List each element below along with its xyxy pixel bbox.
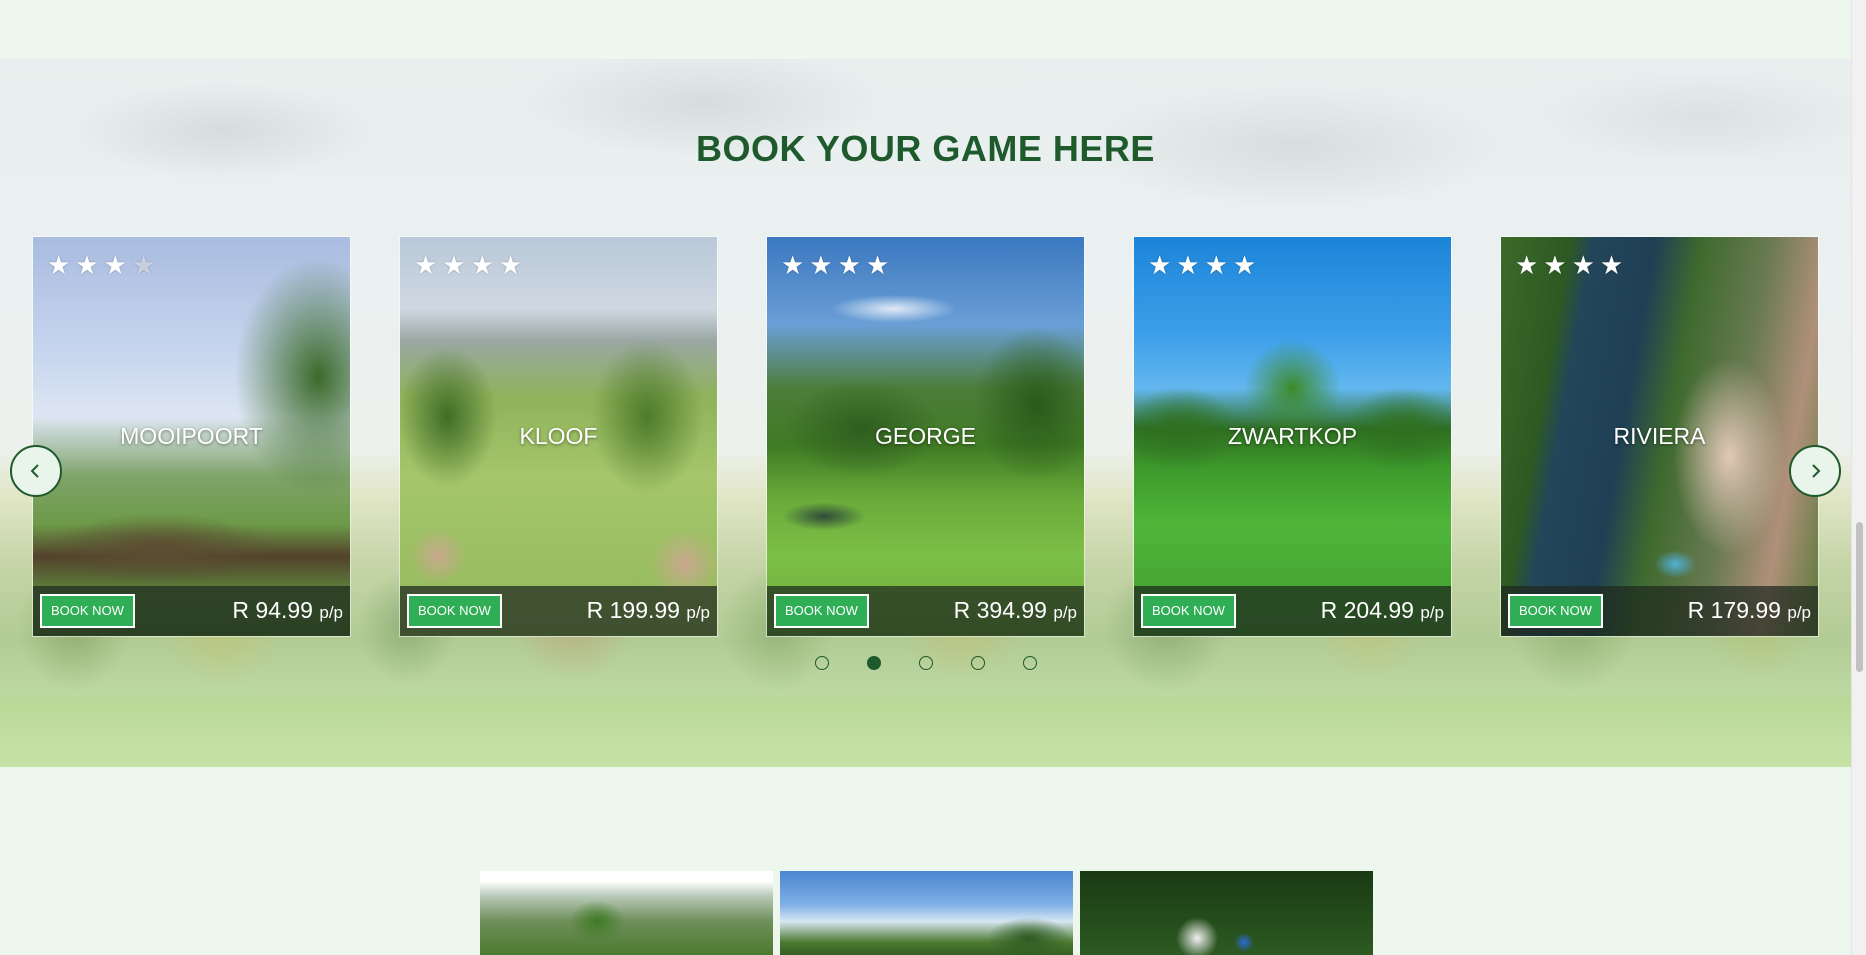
book-now-button[interactable]: BOOK NOW: [407, 594, 502, 628]
book-now-button[interactable]: BOOK NOW: [1141, 594, 1236, 628]
rating-stars: ★★★★: [47, 251, 161, 281]
section-title: BOOK YOUR GAME HERE: [696, 128, 1155, 169]
background-fairway: [0, 697, 1851, 767]
course-price: R 394.99 p/p: [953, 597, 1077, 623]
card-footer: BOOK NOW R 204.99 p/p: [1134, 586, 1451, 636]
card-footer: BOOK NOW R 394.99 p/p: [767, 586, 1084, 636]
carousel-next-button[interactable]: [1789, 445, 1841, 497]
course-price: R 179.99 p/p: [1687, 597, 1811, 623]
card-footer: BOOK NOW R 94.99 p/p: [33, 586, 350, 636]
card-footer: BOOK NOW R 199.99 p/p: [400, 586, 717, 636]
carousel-pagination: [0, 656, 1851, 670]
course-name: GEORGE: [875, 423, 976, 449]
rating-stars: ★★★★: [1148, 251, 1262, 281]
scrollbar-thumb[interactable]: [1856, 522, 1863, 672]
course-name: RIVIERA: [1613, 423, 1706, 449]
course-card-mooipoort: ★★★★ MOOIPOORT BOOK NOW R 94.99 p/p: [32, 236, 351, 637]
rating-stars: ★★★★: [1515, 251, 1629, 281]
carousel-dot[interactable]: [971, 656, 985, 670]
course-price: R 204.99 p/p: [1320, 597, 1444, 623]
carousel-dot[interactable]: [815, 656, 829, 670]
course-price: R 199.99 p/p: [586, 597, 710, 623]
course-name: MOOIPOORT: [120, 423, 263, 449]
course-name: KLOOF: [519, 423, 598, 449]
gallery-image[interactable]: [480, 871, 773, 955]
booking-section: BOOK YOUR GAME HERE ★★★★ MOOIPOORT BOOK …: [0, 59, 1851, 767]
course-card-riviera: ★★★★ RIVIERA BOOK NOW R 179.99 p/p: [1500, 236, 1819, 637]
course-name: ZWARTKOP: [1227, 423, 1358, 449]
chevron-left-icon: [30, 464, 39, 478]
book-now-button[interactable]: BOOK NOW: [40, 594, 135, 628]
rating-stars: ★★★★: [414, 251, 528, 281]
gallery-image[interactable]: [1080, 871, 1373, 955]
course-card-kloof: ★★★★ KLOOF BOOK NOW R 199.99 p/p: [399, 236, 718, 637]
page-scrollbar[interactable]: [1851, 0, 1866, 955]
carousel-dot[interactable]: [919, 656, 933, 670]
course-card-george: ★★★★ GEORGE BOOK NOW R 394.99 p/p: [766, 236, 1085, 637]
course-card-zwartkop: ★★★★ ZWARTKOP BOOK NOW R 204.99 p/p: [1133, 236, 1452, 637]
card-footer: BOOK NOW R 179.99 p/p: [1501, 586, 1818, 636]
book-now-button[interactable]: BOOK NOW: [774, 594, 869, 628]
book-now-button[interactable]: BOOK NOW: [1508, 594, 1603, 628]
carousel-dot[interactable]: [1023, 656, 1037, 670]
carousel-dot-active[interactable]: [867, 656, 881, 670]
chevron-right-icon: [1812, 464, 1821, 478]
rating-stars: ★★★★: [781, 251, 895, 281]
course-price: R 94.99 p/p: [232, 597, 343, 623]
gallery-image[interactable]: [780, 871, 1073, 955]
carousel-prev-button[interactable]: [10, 445, 62, 497]
